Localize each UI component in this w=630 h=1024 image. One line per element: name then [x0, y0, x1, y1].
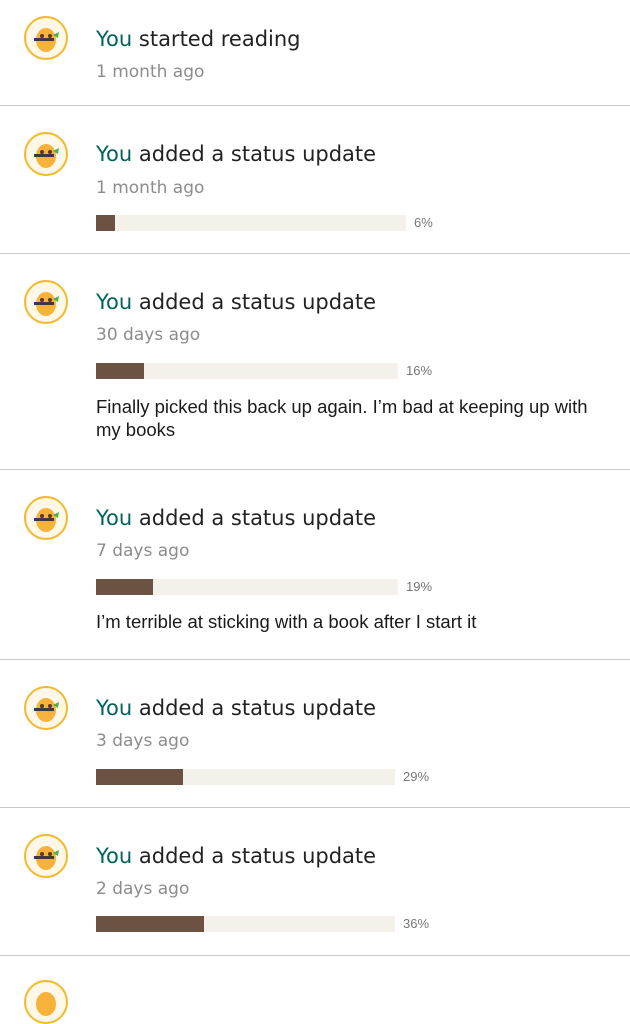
- feed-headline: You added a status update: [96, 141, 376, 167]
- monster-avatar-icon: [34, 28, 59, 52]
- feed-headline: You added a status update: [96, 695, 376, 721]
- avatar[interactable]: [24, 132, 68, 176]
- feed-item: You added a status update 7 days ago 19%…: [0, 470, 630, 660]
- avatar[interactable]: [24, 280, 68, 324]
- timestamp[interactable]: 30 days ago: [96, 324, 200, 346]
- timestamp[interactable]: 3 days ago: [96, 730, 189, 752]
- action-text: added a status update: [138, 844, 377, 868]
- avatar[interactable]: [24, 980, 68, 1024]
- actor-link[interactable]: You: [96, 290, 132, 314]
- feed-item: You added a status update 1 month ago 6%: [0, 106, 630, 254]
- progress-bar-fill: [96, 769, 183, 785]
- action-text: added a status update: [138, 142, 377, 166]
- progress-bar: [96, 579, 398, 595]
- feed-item: You added a status update 30 days ago 16…: [0, 254, 630, 470]
- monster-avatar-icon: [36, 992, 56, 1016]
- actor-link[interactable]: You: [96, 696, 132, 720]
- monster-avatar-icon: [34, 144, 59, 168]
- feed-item: [0, 956, 630, 1024]
- status-text: Finally picked this back up again. I’m b…: [96, 396, 588, 440]
- action-text: added a status update: [138, 506, 377, 530]
- progress-bar-fill: [96, 215, 115, 231]
- feed-headline: You started reading: [96, 26, 301, 52]
- monster-avatar-icon: [34, 846, 59, 870]
- monster-avatar-icon: [34, 508, 59, 532]
- action-text: added a status update: [138, 290, 377, 314]
- actor-link[interactable]: You: [96, 27, 132, 51]
- avatar[interactable]: [24, 496, 68, 540]
- action-text: added a status update: [138, 696, 377, 720]
- progress-bar-fill: [96, 579, 154, 595]
- feed-item: You added a status update 3 days ago 29%: [0, 660, 630, 808]
- actor-link[interactable]: You: [96, 142, 132, 166]
- progress-bar-fill: [96, 363, 145, 379]
- timestamp[interactable]: 2 days ago: [96, 878, 189, 900]
- progress-bar-fill: [96, 916, 204, 932]
- feed-headline: You added a status update: [96, 843, 376, 869]
- monster-avatar-icon: [34, 698, 59, 722]
- progress-bar: [96, 215, 406, 231]
- avatar[interactable]: [24, 16, 68, 60]
- avatar[interactable]: [24, 686, 68, 730]
- progress-percent: 36%: [403, 916, 430, 931]
- timestamp[interactable]: 1 month ago: [96, 61, 204, 83]
- feed-item: You added a status update 2 days ago 36%: [0, 808, 630, 956]
- progress-bar: [96, 363, 398, 379]
- timestamp[interactable]: 7 days ago: [96, 540, 189, 562]
- status-text: I’m terrible at sticking with a book aft…: [96, 611, 477, 632]
- timestamp[interactable]: 1 month ago: [96, 177, 204, 199]
- progress-bar: [96, 769, 395, 785]
- progress-percent: 16%: [406, 363, 433, 378]
- monster-avatar-icon: [34, 292, 59, 316]
- progress-percent: 6%: [414, 215, 433, 230]
- feed-headline: You added a status update: [96, 289, 376, 315]
- feed-item: You started reading 1 month ago: [0, 0, 630, 106]
- activity-feed: You started reading 1 month ago You adde…: [0, 0, 630, 1024]
- action-text: started reading: [138, 27, 301, 51]
- progress-percent: 19%: [406, 579, 433, 594]
- actor-link[interactable]: You: [96, 844, 132, 868]
- feed-headline: You added a status update: [96, 505, 376, 531]
- actor-link[interactable]: You: [96, 506, 132, 530]
- progress-percent: 29%: [403, 769, 430, 784]
- avatar[interactable]: [24, 834, 68, 878]
- progress-bar: [96, 916, 395, 932]
